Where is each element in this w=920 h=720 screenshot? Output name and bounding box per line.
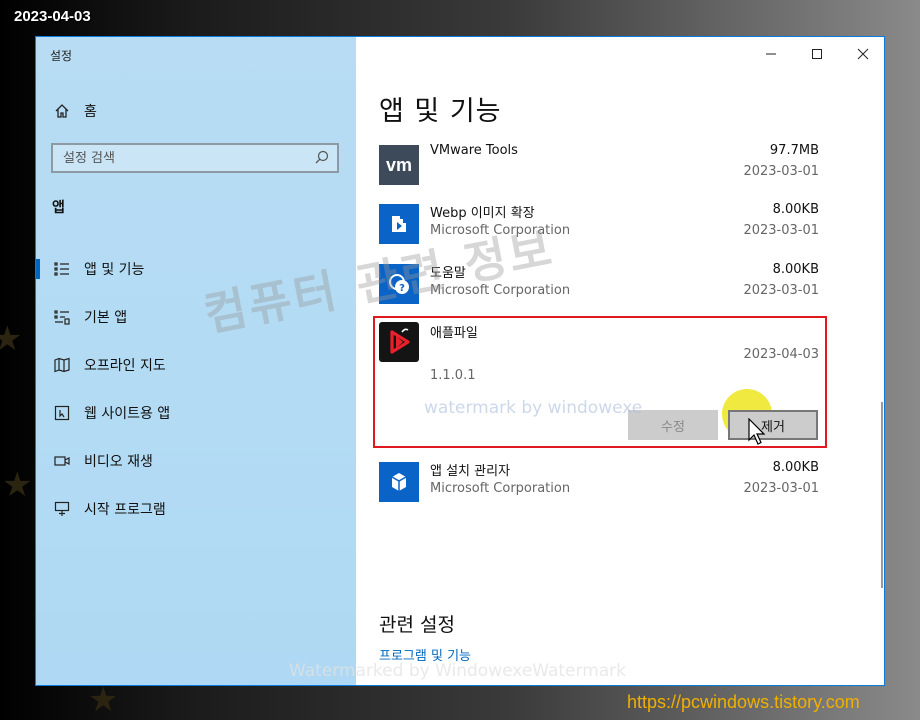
apps-for-websites-icon — [54, 405, 70, 421]
maximize-button[interactable] — [794, 37, 840, 71]
site-url: https://pcwindows.tistory.com — [627, 692, 860, 712]
search-icon[interactable] — [315, 149, 329, 168]
settings-window: 설정 홈 앱 앱 및 기능 — [35, 36, 885, 686]
uninstall-button[interactable]: 제거 — [728, 410, 818, 440]
page-title: 앱 및 기능 — [379, 96, 502, 127]
applefile-icon — [379, 322, 419, 362]
star-decoration: ★ — [0, 319, 23, 359]
date-stamp: 2023-04-03 — [14, 8, 91, 25]
sidebar-item-label: 기본 앱 — [84, 310, 128, 326]
close-button[interactable] — [840, 37, 884, 71]
app-publisher: Microsoft Corporation — [430, 481, 571, 496]
app-date: 2023-03-01 — [743, 223, 819, 238]
app-name: 앱 설치 관리자 — [430, 464, 511, 479]
related-settings-title: 관련 설정 — [379, 614, 455, 636]
home-icon — [54, 103, 70, 119]
apps-features-icon — [54, 261, 70, 277]
app-date: 2023-03-01 — [743, 283, 819, 298]
settings-search-box[interactable] — [51, 143, 339, 173]
app-size: 8.00KB — [772, 202, 819, 217]
sidebar-item-label: 시작 프로그램 — [84, 502, 166, 518]
watermark-bottom: Watermarked by WindowexeWatermark — [289, 661, 627, 681]
app-installer-icon — [379, 462, 419, 502]
scrollbar[interactable] — [881, 402, 883, 588]
sidebar-item-label: 웹 사이트용 앱 — [84, 406, 171, 422]
sidebar: 설정 홈 앱 앱 및 기능 — [36, 37, 356, 685]
sidebar-item-label: 오프라인 지도 — [84, 358, 166, 374]
home-label: 홈 — [84, 104, 97, 120]
app-date: 2023-03-01 — [743, 164, 819, 179]
video-playback-icon — [54, 453, 70, 469]
app-date: 2023-03-01 — [743, 481, 819, 496]
sidebar-item-label: 앱 및 기능 — [84, 262, 145, 278]
app-list-item[interactable]: vm VMware Tools 97.7MB 2023-03-01 — [379, 141, 819, 191]
app-size: 8.00KB — [772, 460, 819, 475]
default-apps-icon — [54, 309, 70, 325]
minimize-button[interactable] — [748, 37, 794, 71]
app-name: 애플파일 — [430, 326, 478, 341]
app-size: 8.00KB — [772, 262, 819, 277]
home-link[interactable]: 홈 — [54, 101, 97, 121]
search-input[interactable] — [63, 150, 293, 166]
window-title: 설정 — [50, 49, 73, 63]
star-decoration: ★ — [2, 465, 33, 505]
app-name: VMware Tools — [430, 143, 518, 158]
sidebar-item-startup[interactable]: 시작 프로그램 — [36, 485, 356, 533]
startup-icon — [54, 501, 70, 517]
sidebar-item-label: 비디오 재생 — [84, 454, 153, 470]
star-decoration: ★ — [88, 680, 119, 720]
app-date: 2023-04-03 — [743, 347, 819, 362]
app-size: 97.7MB — [769, 143, 819, 158]
vmware-icon: vm — [379, 145, 419, 185]
main-content: 앱 및 기능 vm VMware Tools 97.7MB 2023-03-01… — [356, 37, 884, 685]
section-label-apps: 앱 — [52, 200, 65, 216]
sidebar-item-video-playback[interactable]: 비디오 재생 — [36, 437, 356, 485]
sidebar-item-apps-for-websites[interactable]: 웹 사이트용 앱 — [36, 389, 356, 437]
watermark-text: watermark by windowexe — [424, 398, 643, 418]
offline-maps-icon — [54, 357, 70, 373]
app-list-item[interactable]: 앱 설치 관리자 Microsoft Corporation 8.00KB 20… — [379, 458, 819, 508]
sidebar-item-offline-maps[interactable]: 오프라인 지도 — [36, 341, 356, 389]
app-list-item-selected[interactable]: 애플파일 2023-04-03 1.1.0.1 — [379, 320, 819, 383]
app-version: 1.1.0.1 — [430, 368, 476, 383]
mouse-cursor-icon — [748, 417, 768, 450]
window-controls — [748, 37, 884, 71]
